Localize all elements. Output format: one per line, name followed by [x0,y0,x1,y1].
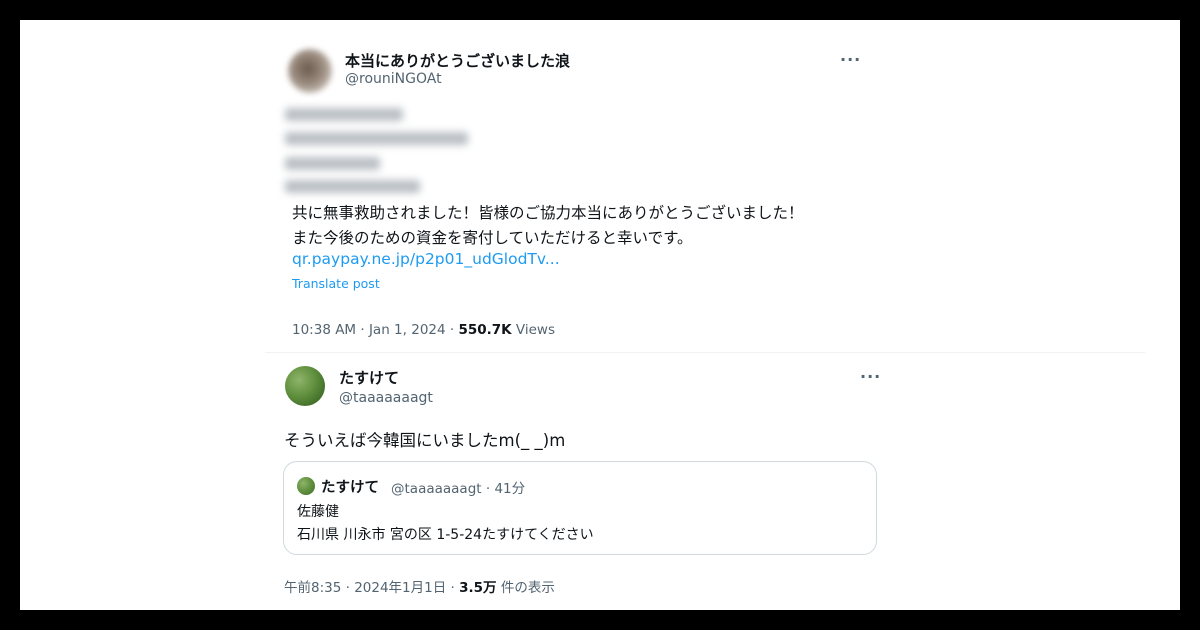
tweet-link[interactable]: qr.paypay.ne.jp/p2p01_udGlodTv... [292,250,560,268]
user-handle[interactable]: @rouniNGOAt [345,71,442,87]
quote-text-line: 石川県 川永市 宮の区 1-5-24たすけてください [297,527,594,543]
tweet-text-line: また今後のための資金を寄付していただけると幸いです。 [292,229,693,247]
tweet-meta: 10:38 AM · Jan 1, 2024 · 550.7K Views [292,322,555,338]
tweet-text: 共に無事救助されました！皆様のご協力本当にありがとうございました！ また今後のた… [292,201,804,251]
divider [265,352,1145,353]
translate-post-link[interactable]: Translate post [292,276,380,291]
tweet-text-line: 共に無事救助されました！皆様のご協力本当にありがとうございました！ [292,204,804,222]
timestamp[interactable]: 10:38 AM · Jan 1, 2024 · [292,322,458,338]
tweet-meta: 午前8:35 · 2024年1月1日 · 3.5万 件の表示 [284,576,555,596]
quote-display-name: たすけて [321,480,379,496]
avatar [297,477,315,495]
quote-tweet-card[interactable]: たすけて @taaaaaaagt · 41分 佐藤健 石川県 川永市 宮の区 1… [283,461,877,555]
user-handle[interactable]: @taaaaaaagt [339,390,433,406]
timestamp[interactable]: 午前8:35 · 2024年1月1日 · [284,580,459,596]
tweet-text: そういえば今韓国にいましたm(_ _)m [284,431,566,450]
display-name[interactable]: たすけて [339,367,399,388]
screenshot-frame: 本当にありがとうございました浪 @rouniNGOAt ··· 共に無事救助され… [20,20,1180,610]
views-label: Views [511,322,556,338]
quote-handle-time: @taaaaaaagt · 41分 [391,481,526,497]
display-name[interactable]: 本当にありがとうございました浪 [345,50,570,71]
more-options-icon[interactable]: ··· [840,50,861,69]
avatar[interactable] [288,49,332,93]
view-count: 550.7K [458,322,512,338]
quote-text-line: 佐藤健 [297,504,339,520]
avatar[interactable] [285,366,325,406]
view-count: 3.5万 [459,580,497,596]
views-label: 件の表示 [496,580,555,596]
more-options-icon[interactable]: ··· [860,367,881,386]
